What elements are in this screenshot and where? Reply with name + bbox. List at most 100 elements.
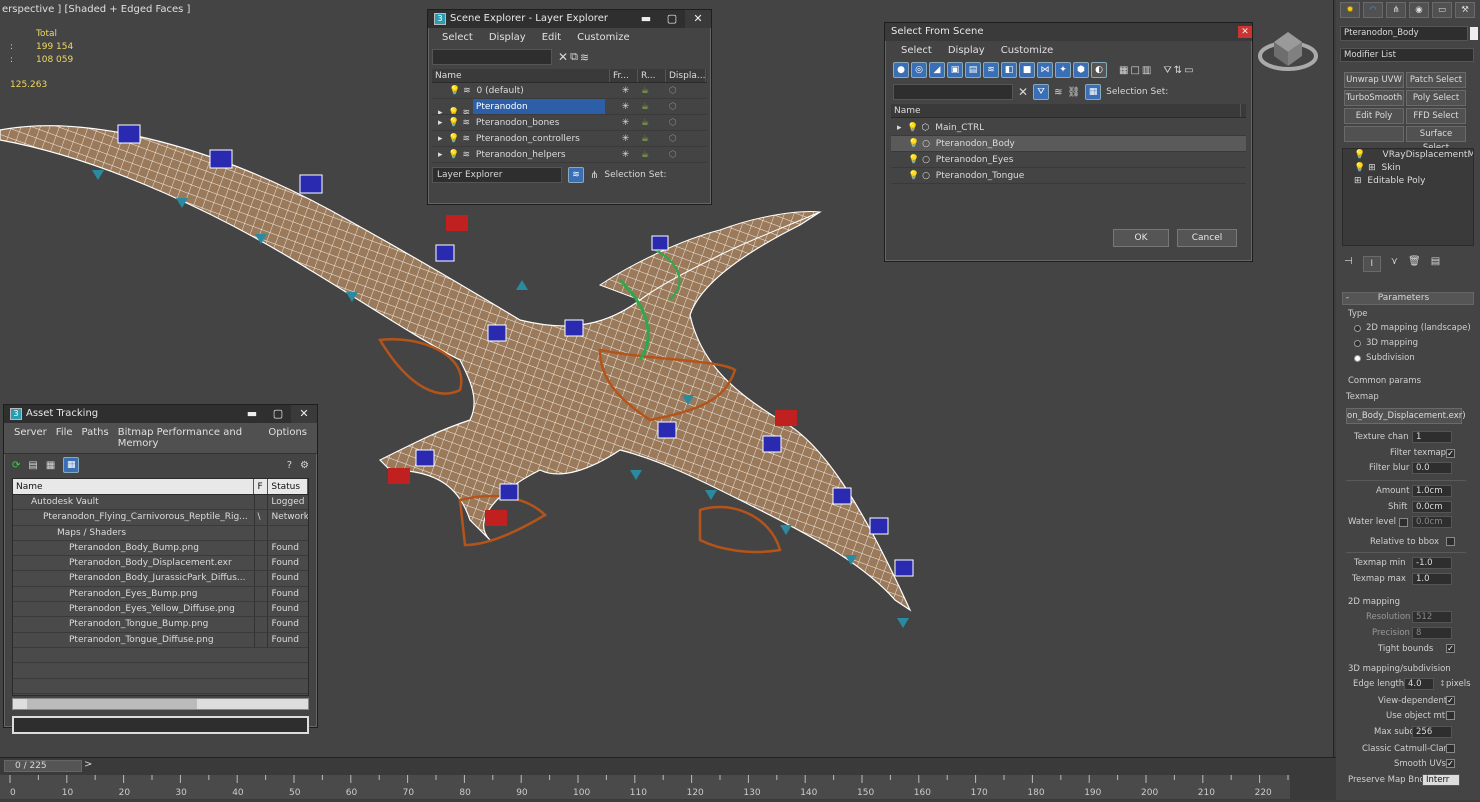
time-slider[interactable]: 0 / 225: [4, 760, 82, 772]
display-box-icon[interactable]: ⬡: [666, 147, 706, 162]
menu-server[interactable]: Server: [14, 427, 47, 449]
menu-display[interactable]: Display: [948, 45, 985, 56]
menu-file[interactable]: File: [56, 427, 73, 449]
find-input[interactable]: [893, 84, 1013, 100]
filter-groups-icon[interactable]: ◧: [1001, 62, 1017, 78]
filter-lights-icon[interactable]: ◢: [929, 62, 945, 78]
col-display[interactable]: Displa...: [666, 69, 706, 82]
filter-shapes-icon[interactable]: ◎: [911, 62, 927, 78]
filter-hidden-icon[interactable]: ◐: [1091, 62, 1107, 78]
clear-find-icon[interactable]: ✕: [1018, 85, 1028, 99]
close-icon[interactable]: ✕: [685, 10, 711, 28]
water-level-checkbox[interactable]: [1399, 518, 1408, 527]
freeze-icon[interactable]: ✳: [610, 99, 638, 114]
unwrap-uvw-button[interactable]: Unwrap UVW: [1344, 72, 1404, 88]
minimize-icon[interactable]: ▬: [633, 10, 659, 28]
cancel-button[interactable]: Cancel: [1177, 229, 1237, 247]
filter-geometry-icon[interactable]: ●: [893, 62, 909, 78]
menu-customize[interactable]: Customize: [1001, 45, 1054, 56]
settings-icon[interactable]: ⚙: [300, 460, 309, 471]
col-render[interactable]: R...: [638, 69, 666, 82]
stack-item[interactable]: ⊞ Editable Poly: [1343, 175, 1473, 188]
select-invert-icon[interactable]: ▥: [1142, 65, 1151, 76]
asset-tracking-window[interactable]: 3 Asset Tracking ▬ ▢ ✕ Server File Paths B…: [3, 404, 318, 734]
menu-bitmap-performance[interactable]: Bitmap Performance and Memory: [118, 427, 260, 449]
track-bar[interactable]: 0 10 20 30 40 50 60 70 80 90 100 110 120 130 140 150 160…: [0, 775, 1290, 799]
filter-texmap-checkbox[interactable]: ✓: [1446, 449, 1455, 458]
explorer-type-dropdown[interactable]: Layer Explorer: [432, 167, 562, 183]
display-box-icon[interactable]: ⬡: [666, 99, 706, 114]
asset-row[interactable]: Autodesk Vault Logged: [13, 495, 308, 511]
filter-frozen-icon[interactable]: ⬢: [1073, 62, 1089, 78]
asset-row[interactable]: Pteranodon_Body_JurassicPark_Diffus... Fo…: [13, 571, 308, 587]
filter-containers-icon[interactable]: ✦: [1055, 62, 1071, 78]
horizontal-scrollbar[interactable]: [12, 698, 309, 710]
shift-spinner[interactable]: 0.0cm: [1412, 501, 1452, 513]
expand-arrow-icon[interactable]: ▸: [894, 123, 902, 133]
smooth-uvs-checkbox[interactable]: ✓: [1446, 759, 1455, 768]
sort-icon[interactable]: ⇅: [1174, 65, 1182, 76]
bulb-icon[interactable]: 💡: [1351, 150, 1365, 160]
utilities-tab-icon[interactable]: ⚒: [1455, 2, 1475, 18]
parameters-rollout-header[interactable]: - Parameters: [1342, 292, 1474, 305]
object-row[interactable]: ▸ 💡 ⬡ Main_CTRL: [891, 120, 1246, 136]
scene-explorer-titlebar[interactable]: 3 Scene Explorer - Layer Explorer ▬ ▢ ✕: [428, 10, 711, 28]
asset-row[interactable]: Pteranodon_Tongue_Diffuse.png Found: [13, 632, 308, 648]
asset-row[interactable]: Pteranodon_Flying_Carnivorous_Reptile_Ri…: [13, 510, 308, 526]
light-bulb-icon[interactable]: 💡: [905, 155, 919, 165]
select-none-icon[interactable]: □: [1130, 65, 1139, 76]
texmap-min-spinner[interactable]: -1.0: [1412, 557, 1452, 569]
select-all-icon[interactable]: ▦: [1119, 65, 1128, 76]
ok-button[interactable]: OK: [1113, 229, 1169, 247]
close-icon[interactable]: ✕: [291, 405, 317, 423]
render-teapot-icon[interactable]: ☕: [638, 147, 666, 162]
bulb-icon[interactable]: 💡: [1351, 163, 1365, 173]
texmap-max-spinner[interactable]: 1.0: [1412, 573, 1452, 585]
create-tab-icon[interactable]: ✹: [1340, 2, 1360, 18]
asset-row[interactable]: Maps / Shaders: [13, 525, 308, 541]
water-level-spinner[interactable]: 0.0cm: [1412, 516, 1452, 528]
render-teapot-icon[interactable]: ☕: [638, 115, 666, 130]
col-status[interactable]: Status: [268, 479, 308, 494]
col-name[interactable]: Name: [13, 479, 255, 494]
edit-poly-button[interactable]: Edit Poly: [1344, 108, 1404, 124]
expand-plus-icon[interactable]: ⊞: [1351, 176, 1362, 186]
asset-row[interactable]: Pteranodon_Eyes_Yellow_Diffuse.png Found: [13, 602, 308, 618]
layers-icon[interactable]: ≋: [1054, 87, 1062, 98]
edge-length-spinner[interactable]: 4.0: [1404, 678, 1434, 690]
render-teapot-icon[interactable]: ☕: [638, 83, 666, 98]
col-name[interactable]: Name: [432, 69, 610, 82]
command-panel[interactable]: ✹ ◠ ⋔ ◉ ▭ ⚒ Pteranodon_Body Modifier Lis…: [1336, 0, 1480, 800]
remove-modifier-icon[interactable]: 🗑: [1408, 256, 1421, 272]
poly-select-button[interactable]: Poly Select: [1406, 90, 1466, 106]
filter-helpers-icon[interactable]: ▤: [965, 62, 981, 78]
object-row[interactable]: 💡 ○ Pteranodon_Tongue: [891, 168, 1246, 184]
layer-stack-icon[interactable]: ≋: [568, 167, 584, 183]
radio-subdivision[interactable]: [1354, 355, 1361, 362]
menu-select[interactable]: Select: [901, 45, 932, 56]
list-view-icon[interactable]: ▤: [28, 460, 37, 471]
select-from-scene-dialog[interactable]: Select From Scene ✕ Select Display Custo…: [884, 22, 1253, 262]
amount-spinner[interactable]: 1.0cm: [1412, 485, 1452, 497]
menu-edit[interactable]: Edit: [542, 32, 561, 43]
link-icon[interactable]: ⛓: [1067, 87, 1080, 98]
pin-stack-icon[interactable]: ⊣: [1344, 256, 1353, 272]
freeze-icon[interactable]: ✳: [610, 83, 638, 98]
tight-bounds-checkbox[interactable]: ✓: [1446, 644, 1455, 653]
menu-options[interactable]: Options: [268, 427, 307, 449]
light-bulb-icon[interactable]: 💡: [445, 134, 459, 144]
filter-xrefs-icon[interactable]: ■: [1019, 62, 1035, 78]
maximize-icon[interactable]: ▢: [265, 405, 291, 423]
preserve-map-dropdown[interactable]: Interr: [1422, 774, 1460, 786]
modify-tab-icon[interactable]: ◠: [1363, 2, 1383, 18]
motion-tab-icon[interactable]: ◉: [1409, 2, 1429, 18]
empty-modifier-button[interactable]: [1344, 126, 1404, 142]
expand-arrow-icon[interactable]: ▸: [435, 118, 443, 128]
light-bulb-icon[interactable]: 💡: [445, 108, 459, 114]
stack-item[interactable]: 💡 ⊞ Skin: [1343, 162, 1473, 175]
asset-row[interactable]: Pteranodon_Tongue_Bump.png Found: [13, 617, 308, 633]
modifier-list-dropdown[interactable]: Modifier List: [1340, 48, 1474, 62]
light-bulb-icon[interactable]: 💡: [446, 86, 460, 96]
view-dependent-checkbox[interactable]: ✓: [1446, 696, 1455, 705]
classic-catmull-checkbox[interactable]: [1446, 744, 1455, 753]
